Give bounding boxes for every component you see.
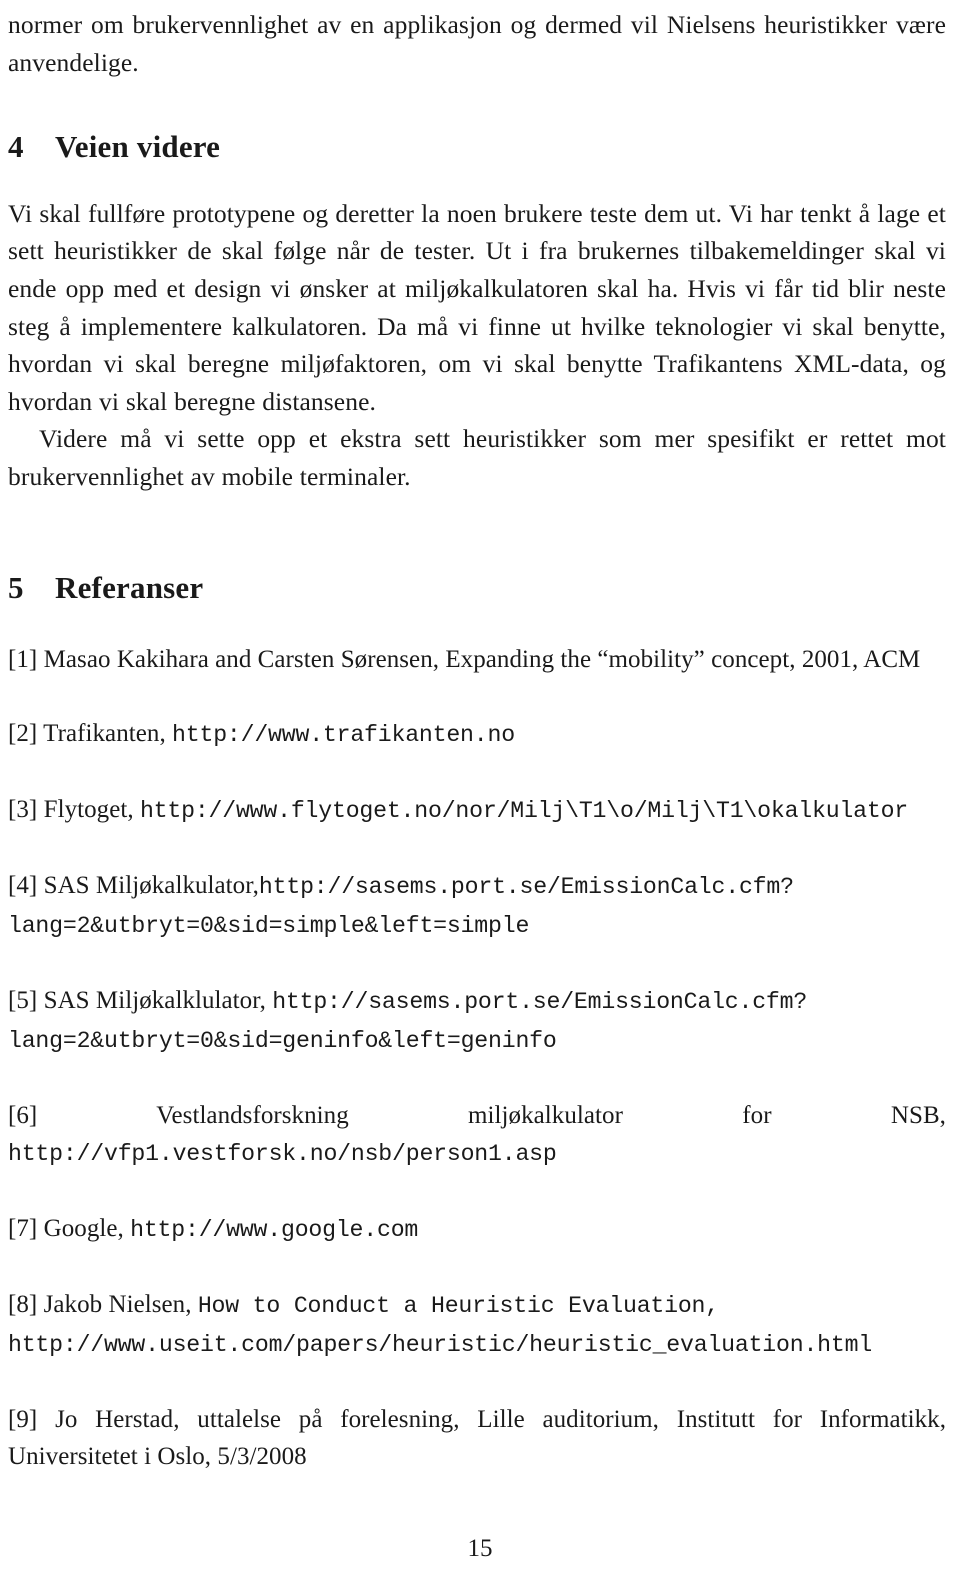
reference-label: [9] [8,1406,38,1434]
reference-list: [1] Masao Kakihara and Carsten Sørensen,… [8,641,946,1475]
section-number: 5 [8,569,24,605]
reference-text: Trafikanten, [43,720,173,748]
reference-item: [6] Vestlandsforskning miljøkalkulator f… [8,1097,946,1173]
reference-item: [8] Jakob Nielsen, How to Conduct a Heur… [8,1286,946,1364]
reference-item: [4] SAS Miljøkalkulator,http://sasems.po… [8,867,946,945]
reference-url[interactable]: http://www.trafikanten.no [172,722,515,748]
reference-label: [7] [8,1215,38,1243]
reference-text: Jo Herstad, uttalelse på forelesning, Li… [8,1406,946,1471]
reference-text: Flytoget, [43,796,140,824]
reference-item: [5] SAS Miljøkalklulator, http://sasems.… [8,982,946,1060]
page-number: 15 [467,1535,493,1562]
reference-text: Vestlandsforskning miljøkalkulator for N… [156,1102,946,1130]
reference-item: [3] Flytoget, http://www.flytoget.no/nor… [8,791,946,830]
reference-label: [1] [8,646,38,674]
reference-label: [5] [8,987,38,1015]
reference-text: SAS Miljøkalkulator, [43,872,259,900]
reference-url[interactable]: http://www.useit.com/papers/heuristic/he… [8,1332,872,1358]
section-number: 4 [8,129,24,165]
reference-url[interactable]: http://www.flytoget.no/nor/Milj\T1\o/Mil… [140,798,908,824]
reference-label: [8] [8,1291,38,1319]
reference-item: [9] Jo Herstad, uttalelse på forelesning… [8,1401,946,1475]
reference-url[interactable]: http://vfp1.vestforsk.no/nsb/person1.asp [8,1141,557,1167]
section-title: Referanser [55,569,204,605]
reference-text: SAS Miljøkalklulator, [43,987,273,1015]
reference-text: Google, [43,1215,131,1243]
reference-url[interactable]: http://www.google.com [130,1217,418,1243]
reference-label: [2] [8,720,38,748]
document-page: normer om brukervennlighet av en applika… [0,0,960,1587]
paragraph-veien-1: Vi skal fullføre prototypene og deretter… [8,198,946,416]
reference-label: [6] [8,1102,38,1130]
reference-item: [7] Google, http://www.google.com [8,1210,946,1249]
paragraph-veien-2: Videre må vi sette opp et ekstra sett he… [8,424,946,491]
reference-item: [2] Trafikanten, http://www.trafikanten.… [8,715,946,754]
section-title: Veien videre [55,129,221,165]
reference-label: [4] [8,872,38,900]
continued-paragraph: normer om brukervennlighet av en applika… [8,10,946,77]
reference-label: [3] [8,796,38,824]
section-heading-veien-videre: 4 Veien videre [8,129,946,165]
reference-item: [1] Masao Kakihara and Carsten Sørensen,… [8,641,946,678]
reference-title: How to Conduct a Heuristic Evaluation, [197,1293,719,1320]
reference-text: Jakob Nielsen, [43,1291,198,1319]
reference-text: Masao Kakihara and Carsten Sørensen, Exp… [43,646,921,674]
section-heading-referanser: 5 Referanser [8,570,946,606]
